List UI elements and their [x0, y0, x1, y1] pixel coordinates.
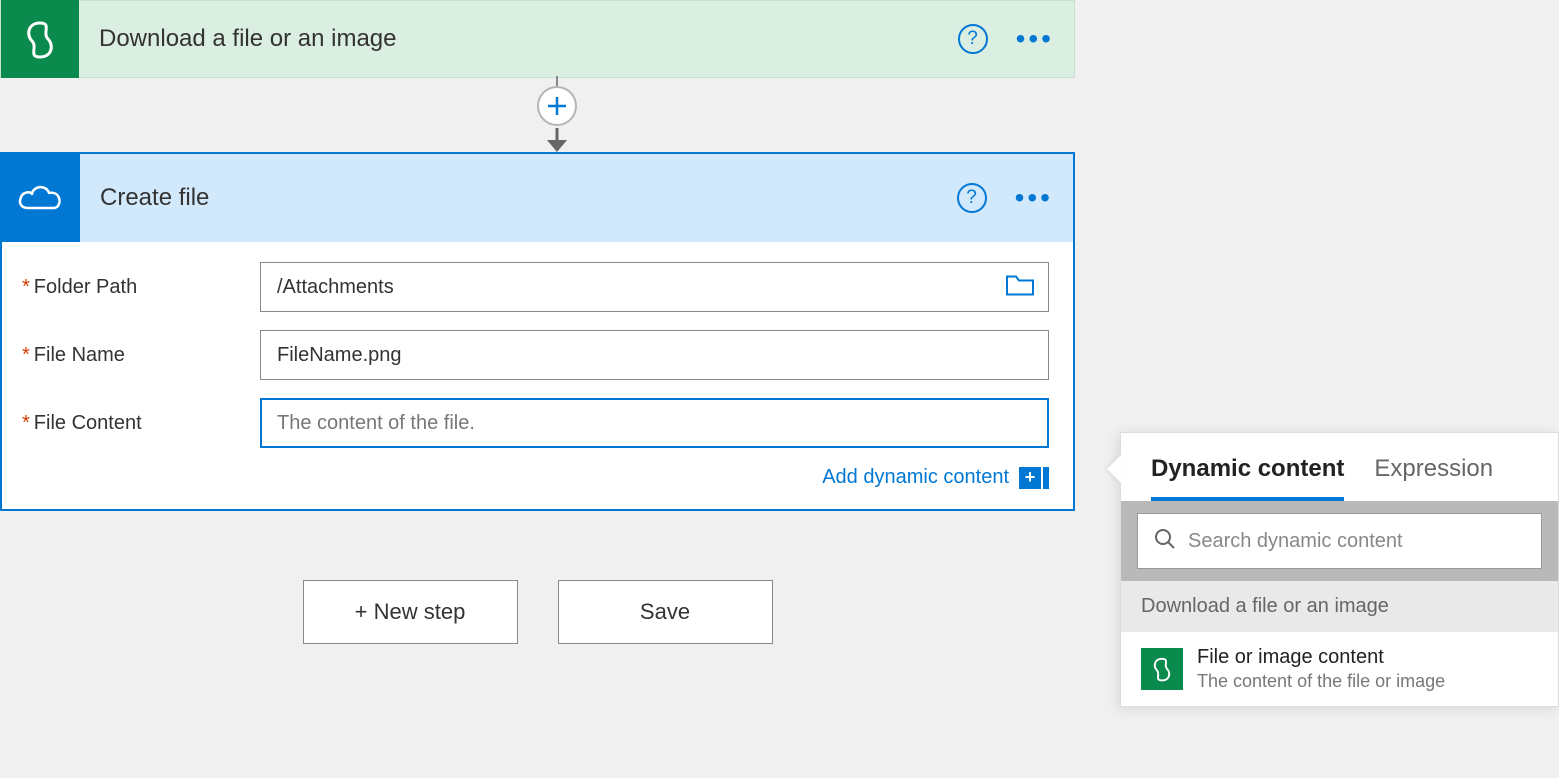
file-name-input[interactable]: [260, 330, 1049, 380]
folder-path-label: *Folder Path: [22, 276, 260, 299]
dynamic-content-panel: Dynamic content Expression Download a fi…: [1120, 432, 1559, 707]
add-dynamic-content-icon[interactable]: +: [1019, 467, 1049, 489]
file-content-label: *File Content: [22, 412, 260, 435]
add-dynamic-content-link[interactable]: Add dynamic content: [822, 466, 1009, 489]
save-button[interactable]: Save: [558, 580, 773, 644]
folder-picker-icon[interactable]: [1005, 273, 1035, 302]
card-title: Create file: [100, 184, 957, 212]
action-card-create-file: Create file ? ••• *Folder Path *File Nam…: [0, 152, 1075, 511]
item-title: File or image content: [1197, 646, 1445, 669]
onedrive-icon: [2, 154, 80, 242]
panel-pointer: [1107, 455, 1121, 483]
card-title: Download a file or an image: [99, 25, 958, 53]
search-icon: [1154, 528, 1176, 555]
tab-expression[interactable]: Expression: [1374, 455, 1493, 501]
search-input[interactable]: [1188, 530, 1525, 553]
help-icon[interactable]: ?: [957, 183, 987, 213]
more-menu-icon[interactable]: •••: [1015, 184, 1053, 212]
dataverse-icon: [1, 0, 79, 78]
help-icon[interactable]: ?: [958, 24, 988, 54]
arrow-down-icon: [543, 128, 571, 152]
file-name-label: *File Name: [22, 344, 260, 367]
file-content-input[interactable]: [260, 398, 1049, 448]
new-step-button[interactable]: + New step: [303, 580, 518, 644]
dataverse-icon: [1141, 648, 1183, 690]
tab-dynamic-content[interactable]: Dynamic content: [1151, 455, 1344, 501]
add-step-button[interactable]: [537, 86, 577, 126]
connector: [537, 76, 577, 152]
folder-path-input[interactable]: [260, 262, 1049, 312]
action-card-download[interactable]: Download a file or an image ? •••: [0, 0, 1075, 78]
item-desc: The content of the file or image: [1197, 671, 1445, 692]
more-menu-icon[interactable]: •••: [1016, 25, 1054, 53]
dynamic-content-item[interactable]: File or image content The content of the…: [1121, 632, 1558, 706]
card-header[interactable]: Create file ? •••: [2, 154, 1073, 242]
dynamic-content-group: Download a file or an image: [1121, 581, 1558, 632]
